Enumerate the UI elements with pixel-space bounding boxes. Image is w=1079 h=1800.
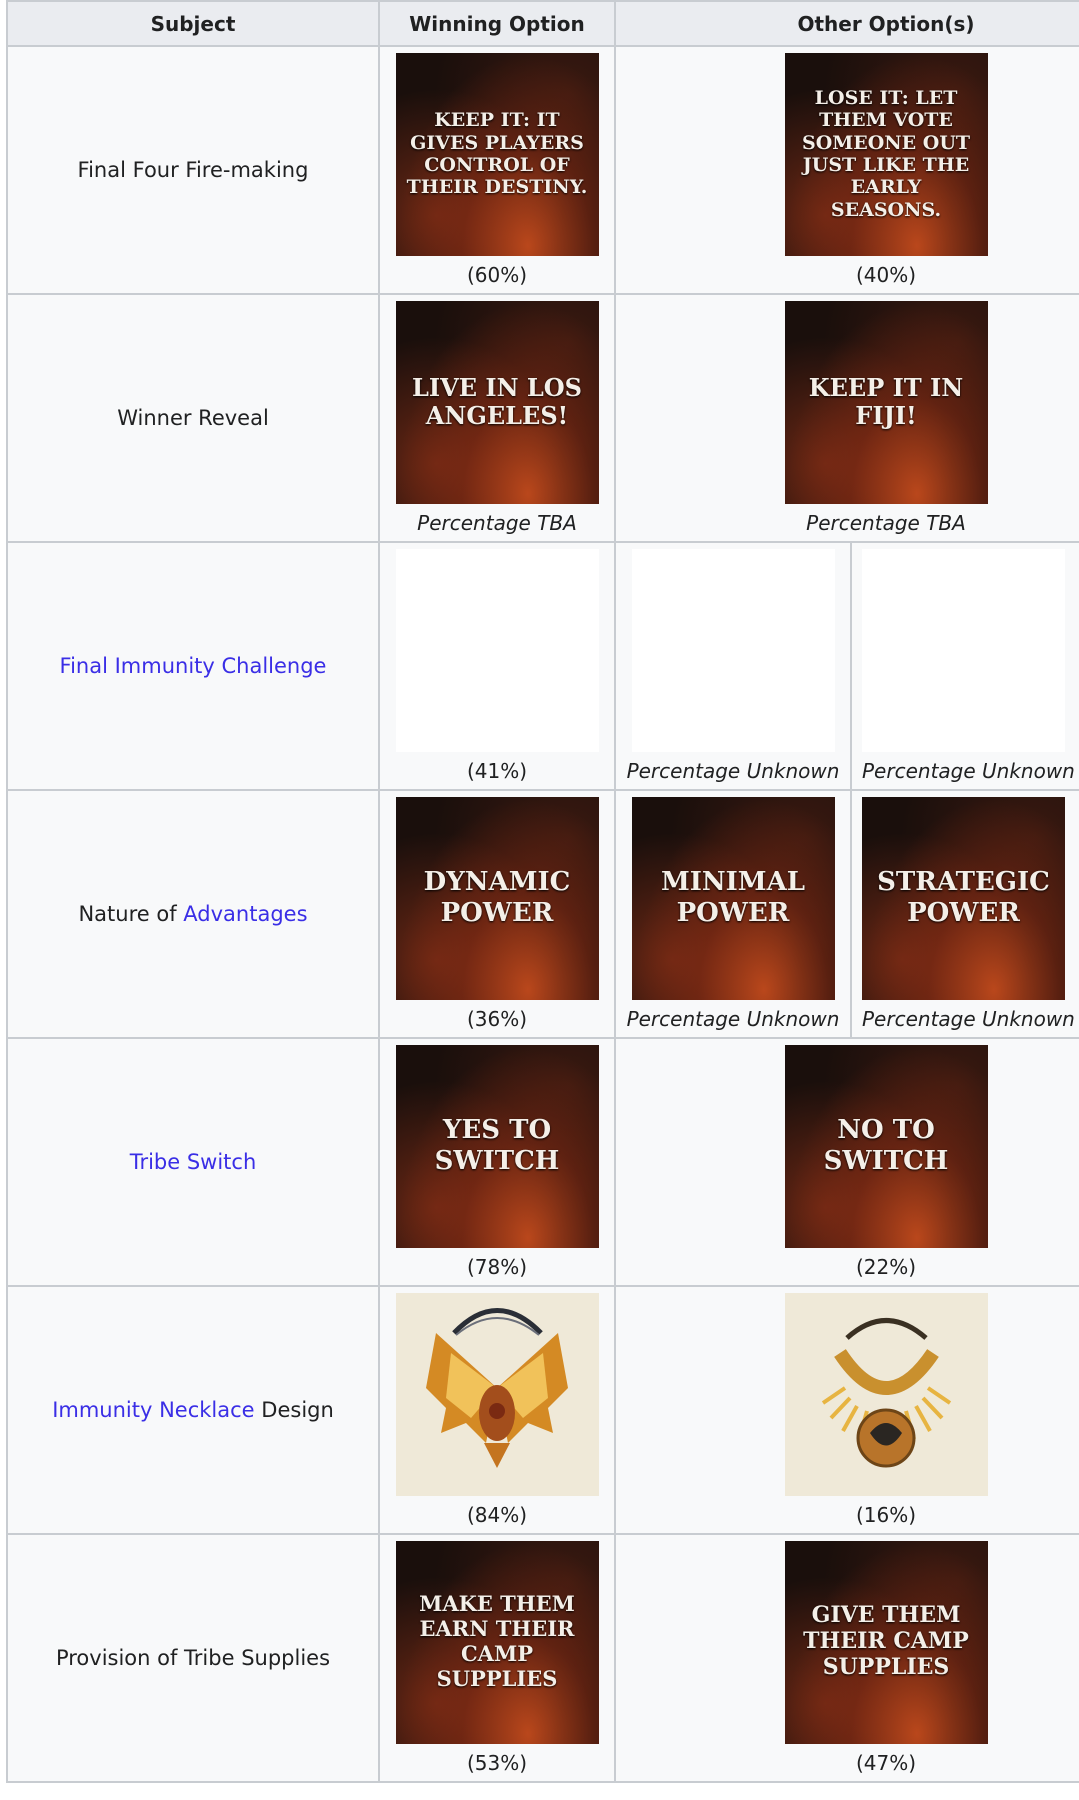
table-row: Final Four Fire-making KEEP IT: IT GIVES…	[6, 45, 1079, 295]
option-percent: (41%)	[466, 758, 528, 783]
winning-option-cell: (84%)	[378, 1285, 616, 1535]
subject-cell: Nature of Advantages	[6, 789, 380, 1039]
eagle-necklace-icon	[425, 1307, 568, 1468]
option-image-text: GIVE THEM THEIR CAMP SUPPLIES	[803, 1602, 969, 1680]
option-percent: (60%)	[466, 262, 528, 287]
advantages-link[interactable]: Advantages	[183, 902, 307, 926]
final-immunity-challenge-link[interactable]: Final Immunity Challenge	[60, 654, 327, 678]
option-percent: Percentage TBA	[806, 510, 966, 535]
header-other-options: Other Option(s)	[614, 0, 1079, 47]
winning-option-cell: DYNAMIC POWER (36%)	[378, 789, 616, 1039]
option-image-text: NO TO SWITCH	[823, 1115, 949, 1176]
option-image-text: MINIMAL POWER	[660, 867, 806, 928]
subject-text: Provision of Tribe Supplies	[55, 1646, 331, 1670]
option-image[interactable]: LOSE IT: LET THEM VOTE SOMEONE OUT JUST …	[784, 52, 988, 256]
option-percent: Percentage Unknown	[862, 758, 1075, 783]
option-image[interactable]: KEEP IT: IT GIVES PLAYERS CONTROL OF THE…	[395, 52, 599, 256]
subject-text: Nature of	[78, 902, 184, 926]
option-percent: (36%)	[466, 1006, 528, 1031]
immunity-necklace-link[interactable]: Immunity Necklace	[52, 1398, 254, 1422]
option-image[interactable]: KEEP IT IN FIJI!	[784, 300, 988, 504]
option-image-text: STRATEGIC POWER	[877, 867, 1050, 928]
other-option-cell: Percentage Unknown	[850, 541, 1079, 791]
table-row: Provision of Tribe Supplies MAKE THEM EA…	[6, 1533, 1079, 1783]
option-percent: (84%)	[466, 1502, 528, 1527]
header-subject: Subject	[6, 0, 380, 47]
subject-cell: Final Immunity Challenge	[6, 541, 380, 791]
table-row: Final Immunity Challenge (41%) Percentag…	[6, 541, 1079, 791]
header-winning-option: Winning Option	[378, 0, 616, 47]
option-percent: (78%)	[466, 1254, 528, 1279]
header-row: Subject Winning Option Other Option(s)	[6, 0, 1079, 47]
option-percent: Percentage Unknown	[862, 1006, 1075, 1031]
option-image-text: DYNAMIC POWER	[423, 867, 571, 928]
option-percent: Percentage Unknown	[626, 1006, 840, 1031]
option-percent: (53%)	[466, 1750, 528, 1775]
winning-option-cell: (41%)	[378, 541, 616, 791]
subject-cell: Winner Reveal	[6, 293, 380, 543]
voting-results-table: Subject Winning Option Other Option(s) F…	[6, 0, 1079, 1783]
other-option-cell: GIVE THEM THEIR CAMP SUPPLIES (47%)	[614, 1533, 1079, 1783]
other-option-cell: NO TO SWITCH (22%)	[614, 1037, 1079, 1287]
challenge-collage-image[interactable]	[862, 548, 1065, 752]
other-option-cell: (16%)	[614, 1285, 1079, 1535]
eagle-necklace-image[interactable]	[395, 1292, 599, 1496]
option-image[interactable]: MAKE THEM EARN THEIR CAMP SUPPLIES	[395, 1540, 599, 1744]
other-option-cell: KEEP IT IN FIJI! Percentage TBA	[614, 293, 1079, 543]
sun-necklace-icon	[821, 1317, 951, 1467]
subject-cell: Immunity Necklace Design	[6, 1285, 380, 1535]
option-image[interactable]: YES TO SWITCH	[395, 1044, 599, 1248]
winning-option-cell: YES TO SWITCH (78%)	[378, 1037, 616, 1287]
subject-text: Final Four Fire-making	[77, 158, 309, 182]
page: Subject Winning Option Other Option(s) F…	[0, 0, 1079, 1800]
option-image-text: MAKE THEM EARN THEIR CAMP SUPPLIES	[419, 1591, 575, 1691]
option-image-text: KEEP IT IN FIJI!	[808, 372, 964, 430]
subject-cell: Provision of Tribe Supplies	[6, 1533, 380, 1783]
option-image-text: LOSE IT: LET THEM VOTE SOMEONE OUT JUST …	[801, 86, 971, 221]
other-option-cell: LOSE IT: LET THEM VOTE SOMEONE OUT JUST …	[614, 45, 1079, 295]
sun-necklace-image[interactable]	[784, 1292, 988, 1496]
winning-option-cell: MAKE THEM EARN THEIR CAMP SUPPLIES (53%)	[378, 1533, 616, 1783]
option-image-text: KEEP IT: IT GIVES PLAYERS CONTROL OF THE…	[406, 109, 588, 199]
option-image[interactable]: STRATEGIC POWER	[862, 796, 1065, 1000]
tribe-switch-link[interactable]: Tribe Switch	[130, 1150, 257, 1174]
option-image[interactable]: NO TO SWITCH	[784, 1044, 988, 1248]
option-percent: Percentage Unknown	[626, 758, 840, 783]
option-image[interactable]: MINIMAL POWER	[631, 796, 835, 1000]
option-image[interactable]: LIVE IN LOS ANGELES!	[395, 300, 599, 504]
other-option-cell: STRATEGIC POWER Percentage Unknown	[850, 789, 1079, 1039]
table-row: Winner Reveal LIVE IN LOS ANGELES! Perce…	[6, 293, 1079, 543]
option-image-text: LIVE IN LOS ANGELES!	[411, 372, 582, 430]
option-percent: (22%)	[855, 1254, 917, 1279]
other-option-cell: Percentage Unknown	[614, 541, 852, 791]
option-image[interactable]: GIVE THEM THEIR CAMP SUPPLIES	[784, 1540, 988, 1744]
subject-text: Design	[254, 1398, 334, 1422]
option-image[interactable]: DYNAMIC POWER	[395, 796, 599, 1000]
subject-cell: Tribe Switch	[6, 1037, 380, 1287]
challenge-collage-image[interactable]	[395, 548, 599, 752]
table-row: Immunity Necklace Design (84%) (16%)	[6, 1285, 1079, 1535]
subject-cell: Final Four Fire-making	[6, 45, 380, 295]
option-percent: Percentage TBA	[417, 510, 577, 535]
option-percent: (40%)	[855, 262, 917, 287]
option-percent: (47%)	[855, 1750, 917, 1775]
winning-option-cell: LIVE IN LOS ANGELES! Percentage TBA	[378, 293, 616, 543]
subject-text: Winner Reveal	[117, 406, 269, 430]
challenge-collage-image[interactable]	[631, 548, 835, 752]
table-row: Tribe Switch YES TO SWITCH (78%) NO TO S…	[6, 1037, 1079, 1287]
other-option-cell: MINIMAL POWER Percentage Unknown	[614, 789, 852, 1039]
winning-option-cell: KEEP IT: IT GIVES PLAYERS CONTROL OF THE…	[378, 45, 616, 295]
table-row: Nature of Advantages DYNAMIC POWER (36%)…	[6, 789, 1079, 1039]
option-image-text: YES TO SWITCH	[434, 1115, 560, 1176]
option-percent: (16%)	[855, 1502, 917, 1527]
